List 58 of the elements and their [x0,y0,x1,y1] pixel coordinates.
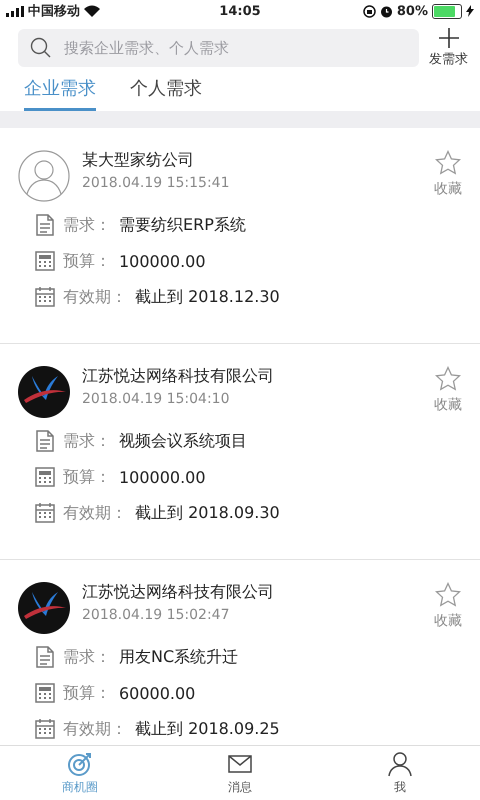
post-date: 2018.04.19 15:04:10 [82,391,230,407]
tab-bar-item[interactable]: 商机圈 [0,746,160,800]
field-label: 预算： [63,682,111,704]
post-request-button[interactable]: 发需求 [429,28,468,68]
clock-time: 14:05 [219,4,261,18]
field-label: 有效期： [63,502,127,524]
field-value: 截止到 2018.09.30 [135,502,280,524]
favorite-button[interactable]: 收藏 [434,582,462,630]
field-label: 需求： [63,430,111,452]
target-icon [67,750,93,776]
post-date: 2018.04.19 15:15:41 [82,175,230,191]
category-tab[interactable]: 个人需求 [130,74,202,111]
field-value: 100000.00 [119,252,206,270]
calculator-icon [35,466,55,488]
company-name: 江苏悦达网络科技有限公司 [82,582,275,603]
battery-percent: 80% [396,4,428,18]
avatar-icon [18,150,70,202]
company-name: 某大型家纺公司 [82,150,195,171]
favorite-button[interactable]: 收藏 [434,366,462,414]
tab-bar-item[interactable]: 我 [320,746,480,800]
field-value: 截止到 2018.12.30 [135,286,280,308]
calendar-icon [35,286,55,308]
field-label: 有效期： [63,718,127,740]
field-label: 需求： [63,214,111,236]
battery-icon [432,4,462,18]
post-date: 2018.04.19 15:02:47 [82,607,230,623]
field-value: 100000.00 [119,468,206,486]
favorite-button[interactable]: 收藏 [434,150,462,198]
charging-icon [466,5,474,17]
person-icon [387,750,413,776]
field-label: 预算： [63,250,111,272]
calculator-icon [35,250,55,272]
calendar-icon [35,718,55,740]
document-icon [35,646,55,668]
company-logo [18,366,70,418]
field-label: 预算： [63,466,111,488]
rotation-lock-icon [362,4,376,18]
wifi-icon [84,5,100,17]
document-icon [35,430,55,452]
signal-icon [6,6,24,16]
plus-icon [438,28,458,48]
calendar-icon [35,502,55,524]
company-logo [18,582,70,634]
search-icon [30,37,52,59]
carrier-name: 中国移动 [28,3,80,20]
field-label: 有效期： [63,286,127,308]
field-value: 60000.00 [119,684,196,702]
calculator-icon [35,682,55,704]
field-value: 需要纺织ERP系统 [119,214,246,236]
alarm-icon [380,4,393,18]
company-name: 江苏悦达网络科技有限公司 [82,366,275,387]
tab-bar-item[interactable]: 消息 [160,746,320,800]
field-value: 用友NC系统升迁 [119,646,238,668]
field-value: 截止到 2018.09.25 [135,718,280,740]
field-value: 视频会议系统项目 [119,430,247,452]
document-icon [35,214,55,236]
search-field[interactable]: 搜索企业需求、个人需求 [18,29,419,67]
field-label: 需求： [63,646,111,668]
